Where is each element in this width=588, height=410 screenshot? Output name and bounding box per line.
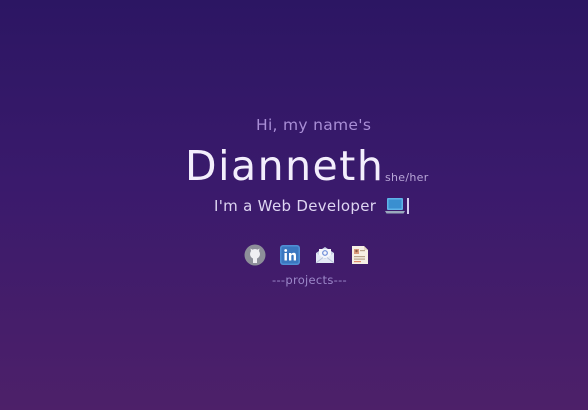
social-links [244,244,371,266]
greeting-text: Hi, my name's [256,116,372,134]
linkedin-icon[interactable] [279,244,301,266]
tagline-row: I'm a Web Developer [214,197,410,215]
name-heading: Dianneth [185,142,385,190]
github-icon[interactable] [244,244,266,266]
projects-link[interactable]: ---projects--- [272,273,347,287]
email-icon[interactable] [314,244,336,266]
tagline-text: I'm a Web Developer [214,197,377,215]
resume-icon[interactable] [349,244,371,266]
pronouns-label: she/her [385,171,429,184]
name-row: Dianneth she/her [185,140,428,192]
laptop-icon [384,197,406,215]
typing-cursor [407,198,410,214]
